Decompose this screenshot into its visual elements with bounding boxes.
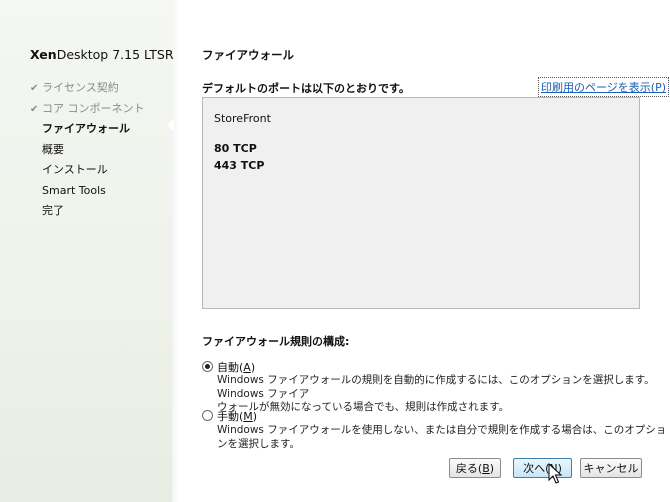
label-prefix: 手動( bbox=[217, 410, 244, 423]
page-title: ファイアウォール bbox=[202, 48, 294, 62]
label-access-key: M bbox=[243, 410, 253, 423]
auto-radio[interactable] bbox=[202, 361, 213, 372]
label-prefix: 自動( bbox=[217, 361, 244, 374]
auto-description-line1: Windows ファイアウォールの規則を自動的に作成するには、このオプションを選… bbox=[217, 374, 655, 400]
port-line: 80 TCP bbox=[214, 142, 257, 155]
product-title: XenDesktop 7.15 LTSR bbox=[30, 47, 174, 62]
next-button[interactable]: 次へ(N) bbox=[513, 458, 572, 478]
step-finish: 完了 bbox=[30, 201, 145, 222]
step-label: ファイアウォール bbox=[42, 122, 130, 135]
checkmark-icon: ✔ bbox=[30, 103, 39, 115]
step-label: 概要 bbox=[42, 142, 64, 156]
sidebar: XenDesktop 7.15 LTSR ✔ ライセンス契約 ✔ コア コンポーネン… bbox=[0, 0, 174, 502]
back-access-key: B bbox=[482, 461, 490, 475]
current-step-pointer-icon bbox=[167, 118, 174, 132]
firewall-config-heading: ファイアウォール規則の構成: bbox=[202, 335, 350, 348]
step-list: ✔ ライセンス契約 ✔ コア コンポーネント ファイアウォール 概要 インストール … bbox=[30, 78, 145, 222]
auto-description-line2: ウォールが無効になっている場合でも、規則は作成されます。 bbox=[217, 401, 510, 413]
ports-subtitle: デフォルトのポートは以下のとおりです。 bbox=[202, 82, 410, 95]
port-line: 443 TCP bbox=[214, 159, 265, 172]
cancel-button[interactable]: キャンセル bbox=[580, 458, 642, 478]
checkmark-icon: ✔ bbox=[30, 83, 39, 94]
back-prefix: 戻る( bbox=[455, 462, 483, 475]
step-label: 完了 bbox=[42, 204, 64, 217]
step-license: ✔ ライセンス契約 bbox=[30, 78, 145, 99]
step-core-components: ✔ コア コンポーネント bbox=[30, 99, 145, 120]
mouse-cursor-icon bbox=[548, 463, 562, 484]
manual-description: Windows ファイアウォールを使用しない、または自分で規則を作成する場合は、… bbox=[217, 424, 667, 450]
label-suffix: ) bbox=[252, 410, 258, 423]
step-firewall: ファイアウォール bbox=[30, 119, 145, 140]
step-summary: 概要 bbox=[30, 140, 145, 161]
step-label: インストール bbox=[42, 163, 108, 176]
product-title-bold: Xen bbox=[30, 47, 57, 62]
back-button[interactable]: 戻る(B) bbox=[449, 458, 501, 478]
label-suffix: ) bbox=[250, 361, 256, 374]
label-access-key: A bbox=[243, 361, 251, 374]
auto-radio-label[interactable]: 自動(A) bbox=[217, 359, 255, 375]
port-component-name: StoreFront bbox=[214, 112, 271, 125]
next-prefix: 次へ( bbox=[523, 462, 550, 475]
step-label: ライセンス契約 bbox=[42, 81, 119, 94]
ports-box: StoreFront 80 TCP 443 TCP bbox=[202, 97, 640, 309]
step-label: コア コンポーネント bbox=[42, 101, 145, 115]
step-install: インストール bbox=[30, 160, 145, 181]
manual-radio[interactable] bbox=[202, 410, 213, 421]
product-title-rest: Desktop 7.15 LTSR bbox=[56, 47, 174, 62]
back-suffix: ) bbox=[489, 461, 495, 475]
print-page-link[interactable]: 印刷用のページを表示(P) bbox=[538, 77, 669, 97]
auto-description: Windows ファイアウォールの規則を自動的に作成するには、このオプションを選… bbox=[217, 374, 670, 415]
sidebar-divider bbox=[172, 0, 178, 502]
step-smart-tools: Smart Tools bbox=[30, 181, 145, 202]
manual-radio-label[interactable]: 手動(M) bbox=[217, 408, 257, 424]
step-label: Smart Tools bbox=[42, 183, 106, 197]
